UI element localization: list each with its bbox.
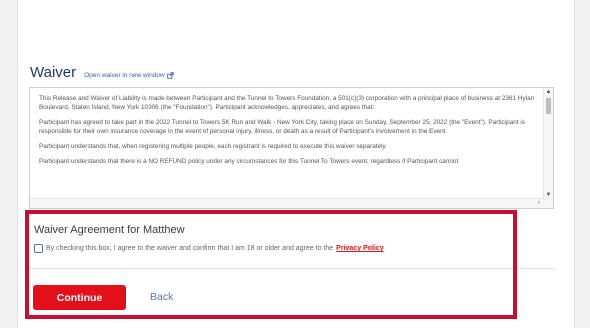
- back-button[interactable]: Back: [150, 285, 173, 310]
- agree-checkbox-label: By checking this box, I agree to the wai…: [46, 245, 334, 252]
- open-waiver-link-label: Open waiver in new window: [84, 72, 165, 79]
- vertical-scrollbar[interactable]: ▲ ▼: [543, 88, 553, 208]
- agree-checkbox-row[interactable]: By checking this box, I agree to the wai…: [34, 244, 384, 253]
- waiver-text-box[interactable]: This Release and Waiver of Liability is …: [29, 87, 554, 209]
- arrow-down-icon[interactable]: ▼: [544, 191, 553, 199]
- waiver-paragraph: Participant has agreed to take part in t…: [39, 119, 525, 135]
- open-waiver-link[interactable]: Open waiver in new window: [84, 72, 174, 79]
- external-link-icon: [166, 72, 174, 79]
- agree-checkbox[interactable]: [34, 244, 43, 253]
- horizontal-scrollbar[interactable]: ›: [30, 198, 544, 208]
- privacy-policy-link[interactable]: Privacy Policy: [336, 245, 383, 252]
- waiver-paragraph: This Release and Waiver of Liability is …: [39, 95, 535, 111]
- waiver-paragraph: Participant understands that there is a …: [39, 158, 459, 165]
- continue-button[interactable]: Continue: [33, 285, 126, 310]
- waiver-text: This Release and Waiver of Liability is …: [39, 94, 539, 172]
- waiver-paragraph: Participant understands that, when regis…: [39, 143, 388, 150]
- divider: [29, 268, 556, 269]
- scrollbar-thumb[interactable]: [546, 98, 551, 114]
- agreement-title: Waiver Agreement for Matthew: [34, 224, 185, 236]
- arrow-up-icon[interactable]: ▲: [544, 88, 553, 96]
- waiver-title: Waiver: [30, 64, 77, 81]
- arrow-right-icon[interactable]: ›: [538, 199, 540, 208]
- waiver-header: Waiver Open waiver in new window: [30, 64, 174, 81]
